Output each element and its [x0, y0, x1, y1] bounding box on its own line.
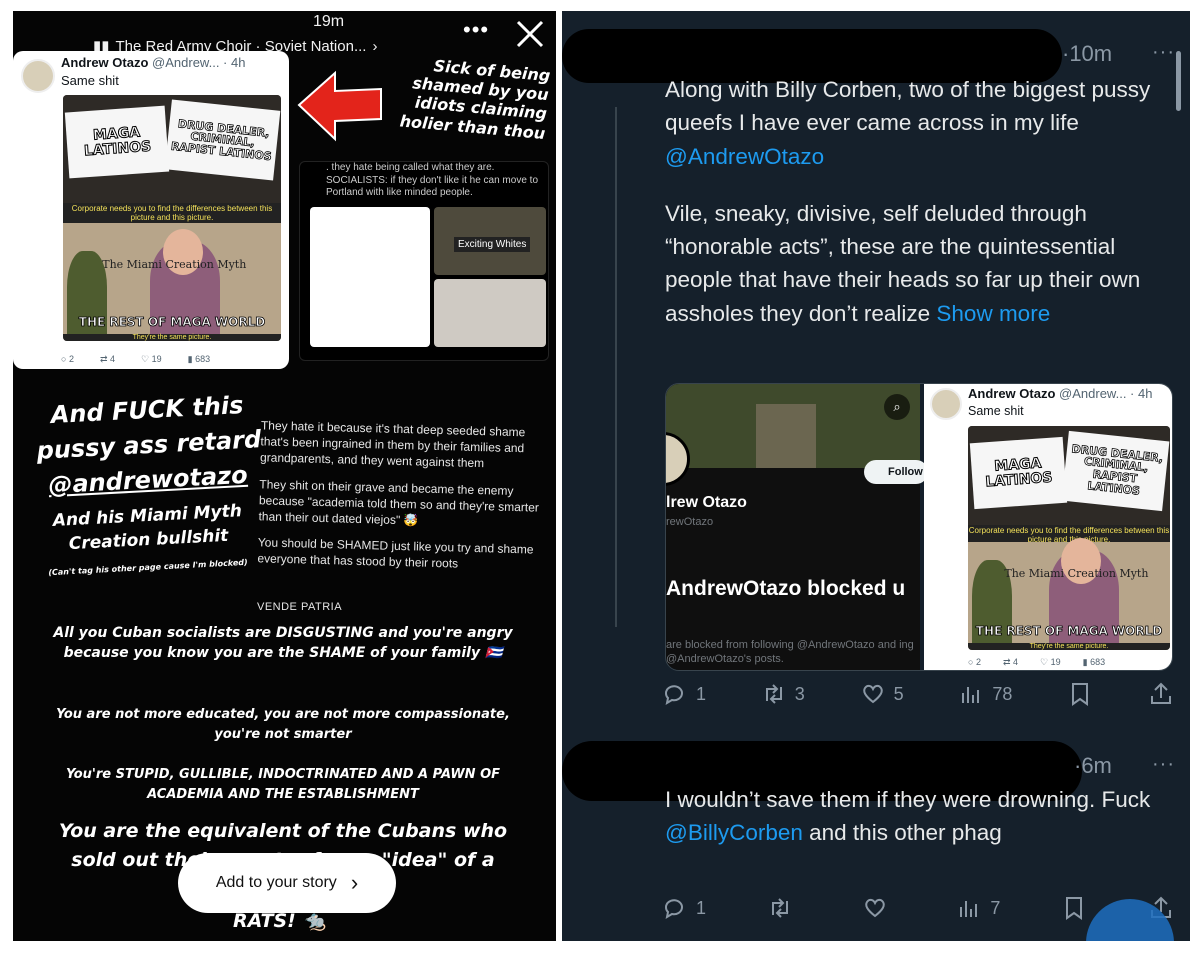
more-icon[interactable]: ···	[1152, 753, 1175, 776]
like-count: ♡ 19	[141, 354, 162, 364]
reply-icon	[665, 899, 683, 920]
tweet-body: Along with Billy Corben, two of the bigg…	[665, 73, 1175, 354]
tweet-actions: 1 3 5 78	[662, 681, 1174, 707]
more-options-icon[interactable]: •••	[463, 17, 489, 43]
story-paragraphs: They hate it because it's that deep seed…	[257, 417, 543, 584]
tweet-text: and this other phag	[802, 820, 1002, 846]
tweet-text: Along with Billy Corben, two of the bigg…	[665, 77, 1151, 136]
reply-count: ○ 2	[61, 354, 74, 364]
avatar	[930, 388, 962, 420]
tweet-text: I wouldn’t save them if they were drowni…	[665, 787, 1151, 812]
street-sign-image: Exciting Whites	[434, 207, 546, 275]
share-button[interactable]	[1148, 681, 1174, 707]
meme-image: MAGA LATINOS DRUG DEALER, CRIMINAL, RAPI…	[968, 426, 1170, 650]
views-button[interactable]: 7	[956, 895, 1000, 921]
story-big-left-text: And FUCK this pussy ass retard @andrewot…	[33, 391, 263, 577]
vende-patria-label: VENDE PATRIA	[257, 601, 343, 613]
tweet-action-bar: ○ 2 ⇄ 4 ♡ 19 ▮ 683	[61, 354, 210, 365]
chevron-right-icon: ›	[350, 870, 359, 895]
embedded-tweet-card: Andrew Otazo @Andrew... · 4h Same shit M…	[13, 51, 289, 369]
meme-left-label: MAGA LATINOS	[64, 105, 170, 179]
blocked-screenshot: ⌕ Follow lrew Otazo rewOtazo AndrewOtazo…	[666, 384, 928, 670]
retweet-icon	[771, 898, 788, 918]
story-para: They shit on their grave and became the …	[258, 476, 540, 528]
sticker-text: Sick of being shamed by you idiots claim…	[399, 56, 552, 143]
tweet-time: ·6m	[1074, 753, 1112, 778]
tweet-text: Vile, sneaky, divisive, self deluded thr…	[665, 200, 1141, 326]
views-icon	[962, 687, 980, 703]
like-button[interactable]: 5	[860, 681, 904, 707]
reply-button[interactable]: 1	[662, 895, 706, 921]
retweet-icon	[765, 684, 782, 704]
avatar	[21, 59, 55, 93]
story-line2: And his Miami Myth Creation bullshit	[52, 501, 243, 555]
show-more-link[interactable]: Show more	[936, 301, 1050, 326]
profile-handle: rewOtazo	[666, 516, 714, 528]
story-line1: And FUCK this pussy ass retard	[35, 391, 262, 465]
profile-name: lrew Otazo	[666, 494, 747, 511]
search-icon: ⌕	[884, 394, 910, 420]
chevron-right-icon: ›	[372, 37, 378, 55]
meme-right-label: DRUG DEALER, CRIMINAL, RAPIST LATINOS	[164, 99, 281, 181]
views-icon	[960, 901, 978, 917]
tweet-author: Andrew Otazo @Andrew... · 4h	[968, 386, 1153, 401]
bookmark-icon	[1072, 683, 1089, 706]
embed2-text: . they hate being called what they are. …	[326, 162, 539, 198]
story-time: 19m	[313, 13, 345, 30]
bookmark-button[interactable]	[1061, 895, 1087, 921]
scrollbar[interactable]	[1176, 51, 1181, 111]
twitter-thread-panel: ·10m ··· Along with Billy Corben, two of…	[562, 11, 1190, 941]
story-line3: (Can't tag his other page cause I'm bloc…	[48, 557, 248, 578]
retweet-button[interactable]: 3	[761, 681, 805, 707]
bookmark-button[interactable]	[1067, 681, 1093, 707]
story-para: You should be SHAMED just like you try a…	[257, 535, 534, 571]
tweet-time: ·10m	[1062, 41, 1113, 66]
add-to-story-button[interactable]: Add to your story ›	[178, 853, 396, 913]
retweet-count: ⇄ 4	[99, 354, 116, 364]
tweet-author: Andrew Otazo @Andrew... · 4h	[61, 55, 246, 70]
bookmark-icon	[1066, 897, 1083, 920]
tweet-text: Same shit	[61, 73, 119, 88]
add-story-label: Add to your story	[215, 874, 337, 891]
flags-image	[310, 207, 430, 347]
share-icon	[1150, 682, 1171, 704]
story-block-3: You're STUPID, GULLIBLE, INDOCTRINATED A…	[65, 767, 500, 802]
thread-connector	[615, 107, 617, 627]
meme-same-caption: They're the same picture.	[63, 334, 281, 341]
story-block-1: All you Cuban socialists are DISGUSTING …	[53, 625, 513, 662]
story-panel: 19m ▮▮ The Red Army Choir · Soviet Natio…	[13, 11, 556, 941]
close-icon[interactable]	[513, 17, 547, 51]
reply-icon	[665, 685, 683, 706]
story-block-2: You are not more educated, you are not m…	[56, 707, 510, 742]
reply-button[interactable]: 1	[662, 681, 706, 707]
mention-link[interactable]: @BillyCorben	[665, 820, 803, 845]
tweet-text: Same shit	[968, 404, 1024, 418]
embed2-images: Exciting Whites	[310, 207, 546, 347]
more-icon[interactable]: ···	[1152, 41, 1175, 64]
meme-logo: The Miami Creation Myth	[102, 258, 247, 271]
blocked-title: AndrewOtazo blocked u	[666, 577, 906, 600]
tweet-body: I wouldn’t save them if they were drowni…	[665, 783, 1175, 850]
tweet-media[interactable]: ⌕ Follow lrew Otazo rewOtazo AndrewOtazo…	[665, 383, 1173, 671]
follow-button: Follow	[864, 460, 928, 484]
heart-icon	[862, 684, 883, 704]
quoted-screenshot: Andrew Otazo @Andrew... · 4h Same shit M…	[924, 384, 1172, 670]
mention-link[interactable]: @AndrewOtazo	[665, 144, 824, 169]
story-para: They hate it because it's that deep seed…	[259, 418, 526, 471]
embedded-post-2: . they hate being called what they are. …	[299, 161, 549, 361]
views-button[interactable]: 78	[958, 681, 1012, 707]
meme-image: MAGA LATINOS DRUG DEALER, CRIMINAL, RAPI…	[63, 95, 281, 341]
blocked-description: are blocked from following @AndrewOtazo …	[666, 639, 914, 666]
meme-caption: Corporate needs you to find the differen…	[63, 203, 281, 224]
retweet-button[interactable]	[767, 895, 801, 921]
cat-image	[434, 279, 546, 347]
heart-icon	[864, 898, 885, 918]
red-arrow-icon	[297, 70, 382, 142]
like-button[interactable]	[862, 895, 896, 921]
views-count: ▮ 683	[187, 354, 211, 364]
tweet-action-bar: ○ 2 ⇄ 4 ♡ 19 ▮ 683	[968, 657, 1106, 667]
meme-bottom-label: THE REST OF MAGA WORLD	[78, 314, 266, 329]
